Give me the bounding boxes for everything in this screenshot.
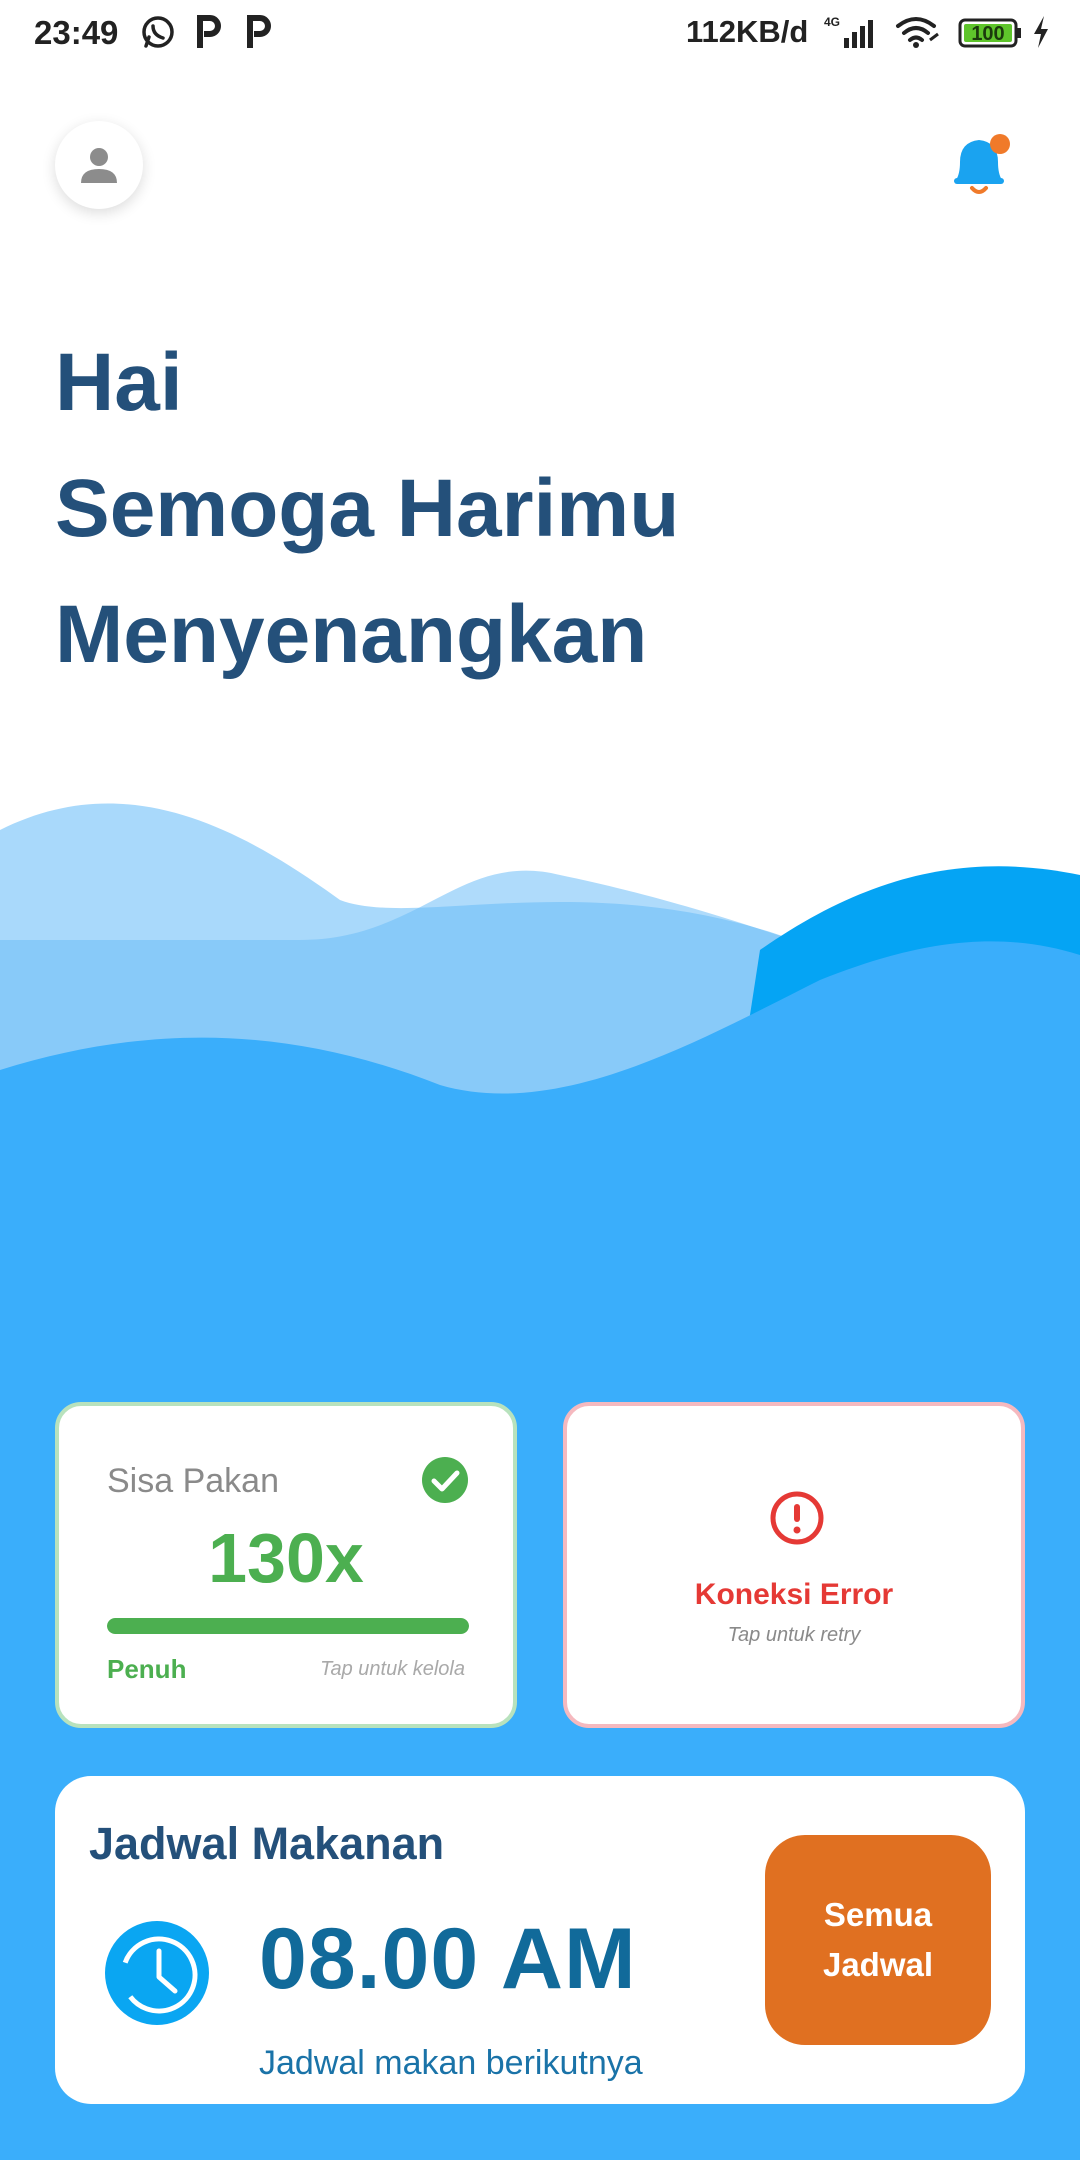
all-schedules-button[interactable]: Semua Jadwal [765, 1835, 991, 2045]
greeting-line-3: Menyenangkan [55, 589, 648, 680]
feed-remaining-card[interactable]: Sisa Pakan 130x Penuh Tap untuk kelola [55, 1402, 517, 1728]
network-speed: 112KB/d [686, 14, 809, 49]
greeting-line-2: Semoga Harimu [55, 463, 680, 554]
notification-bell-icon[interactable] [946, 128, 1016, 200]
feed-label: Sisa Pakan [107, 1462, 279, 1500]
battery-level: 100 [971, 23, 1004, 45]
network-type: 4G [824, 15, 840, 29]
greeting-heading: Hai Semoga Harimu Menyenangkan [55, 320, 679, 698]
connection-error-card[interactable]: Koneksi Error Tap untuk retry [563, 1402, 1025, 1728]
person-icon [81, 148, 117, 183]
battery-icon: 100 [958, 18, 1021, 48]
status-bar: 23:49 112KB/d 4G 100 [0, 0, 1080, 66]
error-title: Koneksi Error [694, 1578, 894, 1611]
p-app-icon [197, 15, 221, 48]
schedule-title: Jadwal Makanan [89, 1818, 445, 1869]
whatsapp-icon [142, 16, 174, 48]
home-screen: 23:49 112KB/d 4G 100 Hai Semoga Harimu M… [0, 0, 1080, 2160]
feed-count: 130x [208, 1519, 364, 1597]
greeting-line-1: Hai [55, 337, 183, 428]
alert-circle-icon [770, 1491, 824, 1545]
p-app-icon [247, 15, 271, 48]
notification-dot [990, 134, 1010, 154]
feed-level-bar [107, 1618, 469, 1634]
clock-icon [105, 1921, 209, 2025]
next-feed-time: 08.00 AM [259, 1911, 637, 2007]
wifi-icon [896, 17, 939, 48]
status-time: 23:49 [34, 14, 119, 51]
cell-signal-icon: 4G [824, 15, 873, 48]
profile-button[interactable] [55, 121, 143, 209]
all-schedules-label: Semua Jadwal [822, 1896, 934, 1983]
feed-hint: Tap untuk kelola [320, 1658, 465, 1680]
feed-status: Penuh [107, 1654, 187, 1684]
feed-level-fill [107, 1618, 469, 1634]
charging-icon [1034, 16, 1048, 48]
feeding-schedule-card: Jadwal Makanan 08.00 AM Jadwal makan ber… [55, 1776, 1025, 2104]
error-hint: Tap untuk retry [727, 1624, 861, 1646]
check-circle-icon [422, 1457, 468, 1503]
next-feed-label: Jadwal makan berikutnya [259, 2044, 643, 2082]
